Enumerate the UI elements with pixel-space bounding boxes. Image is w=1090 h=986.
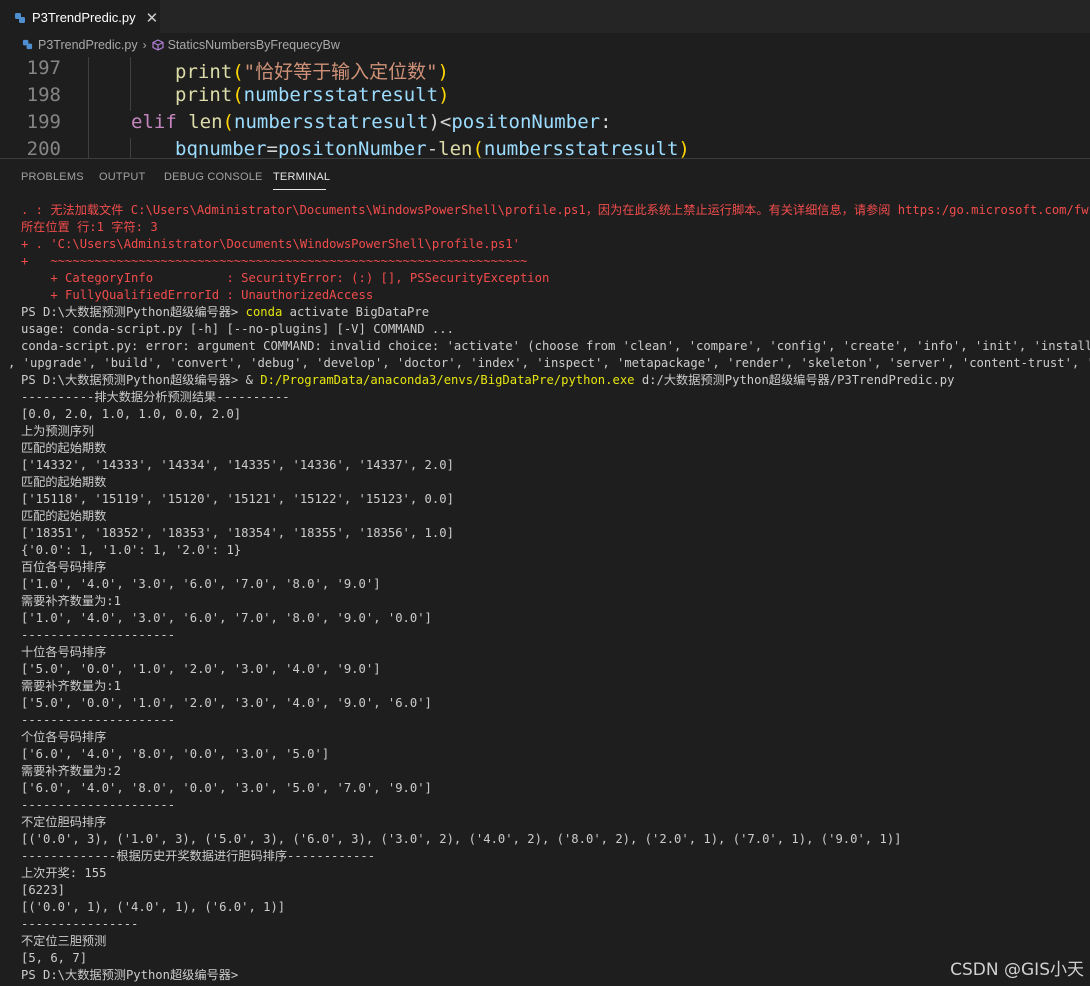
editor-tab-p3trendpredic[interactable]: P3TrendPredic.py ✕: [0, 0, 160, 34]
terminal-line: 十位各号码排序: [21, 645, 107, 659]
terminal-line: ---------------------: [21, 798, 176, 812]
terminal-line: + FullyQualifiedErrorId : UnauthorizedAc…: [21, 288, 374, 302]
terminal-line: ----------------: [21, 917, 139, 931]
terminal-prompt-line: PS D:\大数据预测Python超级编号器> & D:/ProgramData…: [21, 373, 955, 387]
tab-terminal[interactable]: TERMINAL: [273, 171, 330, 183]
terminal-line: 不定位胆码排序: [21, 815, 107, 829]
code-line: 198 print(numbersstatresult): [0, 84, 1090, 111]
code-text: bqnumber=positonNumber-len(numbersstatre…: [175, 138, 690, 158]
terminal-line: {'0.0': 1, '1.0': 1, '2.0': 1}: [21, 543, 242, 557]
terminal-line: ['6.0', '4.0', '8.0', '0.0', '3.0', '5.0…: [21, 781, 432, 795]
python-file-icon: [15, 12, 25, 23]
terminal-line: 需要补齐数量为:2: [21, 764, 121, 778]
code-line: 200 bqnumber=positonNumber-len(numbersst…: [0, 138, 1090, 158]
terminal-line: + ~~~~~~~~~~~~~~~~~~~~~~~~~~~~~~~~~~~~~~…: [21, 254, 528, 268]
terminal-line: ['14332', '14333', '14334', '14335', '14…: [21, 458, 454, 472]
tab-problems[interactable]: PROBLEMS: [21, 171, 84, 183]
tab-debug-console[interactable]: DEBUG CONSOLE: [164, 171, 263, 183]
code-editor[interactable]: 197 print("恰好等于输入定位数") 198 print(numbers…: [0, 56, 1090, 158]
code-line: 199 elif len(numbersstatresult)<positonN…: [0, 111, 1090, 138]
line-number: 200: [26, 138, 61, 158]
terminal-line: , 'upgrade', 'build', 'convert', 'debug'…: [8, 356, 1090, 370]
chevron-right-icon: ›: [142, 37, 147, 52]
code-text: print(numbersstatresult): [175, 84, 450, 106]
terminal-line: 个位各号码排序: [21, 730, 107, 744]
line-number: 198: [26, 84, 61, 106]
panel-tab-bar: PROBLEMS OUTPUT DEBUG CONSOLE TERMINAL: [0, 159, 1090, 195]
terminal-line: ['1.0', '4.0', '3.0', '6.0', '7.0', '8.0…: [21, 611, 432, 625]
terminal-line: ['1.0', '4.0', '3.0', '6.0', '7.0', '8.0…: [21, 577, 381, 591]
terminal-prompt-line: PS D:\大数据预测Python超级编号器>: [21, 968, 239, 982]
terminal-line: 上次开奖: 155: [21, 866, 107, 880]
active-tab-indicator: [273, 189, 326, 190]
line-number: 199: [26, 111, 61, 133]
line-number: 197: [26, 57, 61, 79]
terminal-line: [('0.0', 1), ('4.0', 1), ('6.0', 1)]: [21, 900, 286, 914]
terminal-line: [5, 6, 7]: [21, 951, 88, 965]
terminal-line: 匹配的起始期数: [21, 475, 107, 489]
terminal-line: -------------根据历史开奖数据进行胆码排序------------: [21, 849, 376, 863]
terminal-line: 匹配的起始期数: [21, 509, 107, 523]
terminal-line: ['18351', '18352', '18353', '18354', '18…: [21, 526, 454, 540]
terminal-line: + . 'C:\Users\Administrator\Documents\Wi…: [21, 237, 520, 251]
terminal-line: ['5.0', '0.0', '1.0', '2.0', '3.0', '4.0…: [21, 696, 432, 710]
breadcrumb-file[interactable]: P3TrendPredic.py: [38, 38, 138, 52]
method-cube-icon: [151, 38, 164, 51]
terminal-line: . : 无法加载文件 C:\Users\Administrator\Docume…: [21, 203, 1089, 217]
terminal-line: 不定位三胆预测: [21, 934, 107, 948]
tab-output[interactable]: OUTPUT: [99, 171, 145, 183]
terminal-line: ---------------------: [21, 713, 176, 727]
tab-label: P3TrendPredic.py: [32, 10, 136, 25]
terminal-line: ['5.0', '0.0', '1.0', '2.0', '3.0', '4.0…: [21, 662, 381, 676]
terminal-output[interactable]: . : 无法加载文件 C:\Users\Administrator\Docume…: [0, 200, 1090, 986]
breadcrumb-symbol[interactable]: StaticsNumbersByFrequecyBw: [168, 38, 340, 52]
breadcrumb: P3TrendPredic.py › StaticsNumbersByFrequ…: [0, 33, 1090, 56]
terminal-line: ['6.0', '4.0', '8.0', '0.0', '3.0', '5.0…: [21, 747, 330, 761]
terminal-line: ----------排大数据分析预测结果----------: [21, 390, 290, 404]
terminal-line: [0.0, 2.0, 1.0, 1.0, 0.0, 2.0]: [21, 407, 242, 421]
editor-tab-bar: P3TrendPredic.py ✕: [0, 0, 1090, 34]
terminal-line: conda-script.py: error: argument COMMAND…: [21, 339, 1090, 353]
terminal-line: [6223]: [21, 883, 66, 897]
close-icon[interactable]: ✕: [146, 9, 159, 27]
python-file-icon: [22, 39, 33, 50]
terminal-line: 需要补齐数量为:1: [21, 594, 121, 608]
terminal-line: ['15118', '15119', '15120', '15121', '15…: [21, 492, 454, 506]
csdn-watermark: CSDN @GIS小天: [950, 960, 1084, 980]
terminal-line: 所在位置 行:1 字符: 3: [21, 220, 158, 234]
terminal-line: 上为预测序列: [21, 424, 95, 438]
terminal-line: [('0.0', 3), ('1.0', 3), ('5.0', 3), ('6…: [21, 832, 902, 846]
code-line: 197 print("恰好等于输入定位数"): [0, 57, 1090, 84]
terminal-line: usage: conda-script.py [-h] [--no-plugin…: [21, 322, 454, 336]
code-text: elif len(numbersstatresult)<positonNumbe…: [131, 111, 612, 133]
terminal-line: + CategoryInfo : SecurityError: (:) [], …: [21, 271, 550, 285]
code-text: print("恰好等于输入定位数"): [175, 61, 449, 83]
terminal-line: 需要补齐数量为:1: [21, 679, 121, 693]
terminal-line: ---------------------: [21, 628, 176, 642]
terminal-line: 百位各号码排序: [21, 560, 107, 574]
terminal-line: 匹配的起始期数: [21, 441, 107, 455]
terminal-prompt-line: PS D:\大数据预测Python超级编号器> conda activate B…: [21, 305, 430, 319]
